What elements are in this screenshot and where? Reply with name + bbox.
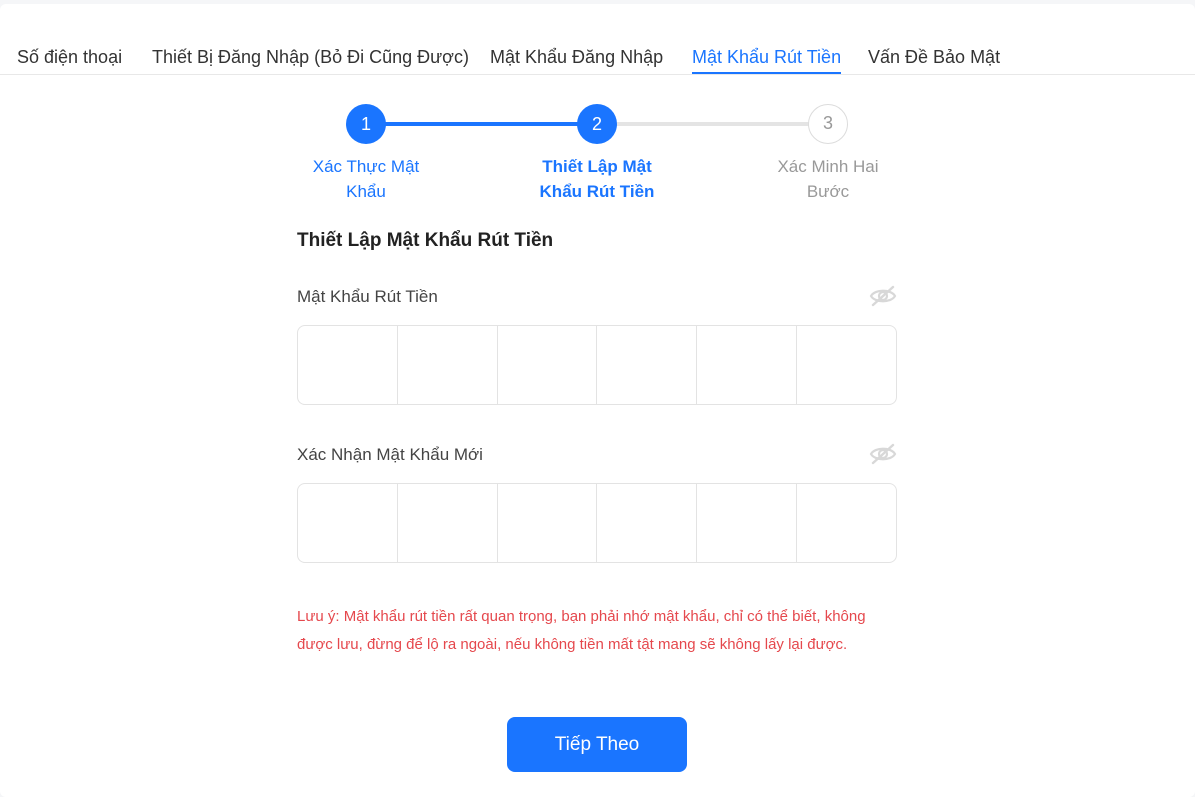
step-1-label: Xác Thực Mật Khẩu xyxy=(286,154,446,204)
step-3-label-line1: Xác Minh Hai xyxy=(777,157,879,176)
tab-login-password[interactable]: Mật Khẩu Đăng Nhập xyxy=(490,46,663,72)
pin-cell[interactable] xyxy=(298,326,398,404)
step-1-indicator: 1 xyxy=(346,104,386,144)
security-settings-card: Số điện thoại Thiết Bị Đăng Nhập (Bỏ Đi … xyxy=(0,4,1195,797)
step-1-label-line2: Khẩu xyxy=(346,182,386,201)
pin-cell[interactable] xyxy=(498,484,598,562)
step-3-indicator: 3 xyxy=(808,104,848,144)
eye-off-icon[interactable] xyxy=(868,284,898,308)
step-2-label: Thiết Lập Mật Khẩu Rút Tiền xyxy=(517,154,677,204)
next-button[interactable]: Tiếp Theo xyxy=(507,717,687,772)
stepper-line-completed xyxy=(370,122,600,126)
tab-withdrawal-password[interactable]: Mật Khẩu Rút Tiền xyxy=(692,46,842,74)
withdrawal-password-input[interactable] xyxy=(297,325,897,405)
pin-cell[interactable] xyxy=(797,326,896,404)
pin-cell[interactable] xyxy=(597,484,698,562)
stepper-line-pending xyxy=(600,122,828,126)
form-title: Thiết Lập Mật Khẩu Rút Tiền xyxy=(297,230,554,251)
tab-bar: Số điện thoại Thiết Bị Đăng Nhập (Bỏ Đi … xyxy=(0,4,1195,75)
step-2-label-line1: Thiết Lập Mật xyxy=(542,157,652,176)
pin-cell[interactable] xyxy=(398,326,498,404)
eye-off-icon[interactable] xyxy=(868,442,898,466)
pin-cell[interactable] xyxy=(697,326,798,404)
tab-login-devices[interactable]: Thiết Bị Đăng Nhập (Bỏ Đi Cũng Được) xyxy=(152,46,469,72)
pin-cell[interactable] xyxy=(697,484,798,562)
password-label: Mật Khẩu Rút Tiền xyxy=(297,287,438,306)
pin-cell[interactable] xyxy=(298,484,398,562)
tab-security-questions[interactable]: Vấn Đề Bảo Mật xyxy=(868,46,1000,72)
pin-cell[interactable] xyxy=(797,484,896,562)
confirm-password-input[interactable] xyxy=(297,483,897,563)
step-2-indicator: 2 xyxy=(577,104,617,144)
step-3-label: Xác Minh Hai Bước xyxy=(748,154,908,204)
step-1-label-line1: Xác Thực Mật xyxy=(312,157,420,176)
warning-note: Lưu ý: Mật khẩu rút tiền rất quan trọng,… xyxy=(297,608,866,653)
pin-cell[interactable] xyxy=(597,326,698,404)
step-3-label-line2: Bước xyxy=(806,182,850,201)
pin-cell[interactable] xyxy=(498,326,598,404)
pin-cell[interactable] xyxy=(398,484,498,562)
step-2-label-line2: Khẩu Rút Tiền xyxy=(539,182,655,201)
confirm-password-label: Xác Nhận Mật Khẩu Mới xyxy=(297,445,483,464)
tab-phone-number[interactable]: Số điện thoại xyxy=(17,46,122,72)
